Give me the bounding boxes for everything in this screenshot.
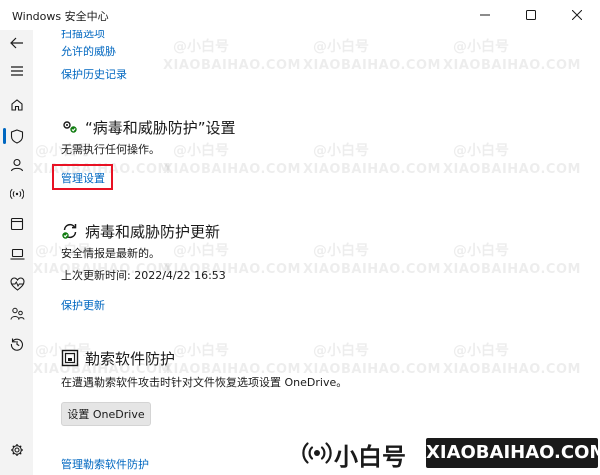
sidebar-item-history[interactable] — [3, 330, 31, 358]
gear-icon — [11, 444, 23, 456]
main-content: @小白号 @小白号 @小白号 XIAOBAIHAO.COM XIAOBAIHAO… — [33, 30, 600, 475]
sidebar-item-app-browser[interactable] — [3, 210, 31, 238]
settings-gears-icon — [63, 121, 77, 133]
ransomware-section-heading: 勒索软件防护 — [85, 350, 176, 368]
minimize-button[interactable] — [462, 0, 508, 30]
history-icon — [10, 338, 23, 351]
watermark-site: XIAOBAIHAO.COM — [443, 58, 581, 73]
window-title: Windows 安全中心 — [12, 10, 109, 23]
sidebar-item-device-security[interactable] — [3, 240, 31, 268]
sidebar — [0, 30, 33, 475]
watermark-site: XIAOBAIHAO.COM — [443, 262, 581, 277]
menu-icon — [11, 66, 23, 76]
refresh-icon — [62, 223, 77, 239]
watermark-brand: @小白号 — [313, 143, 369, 159]
person-icon — [10, 158, 24, 172]
watermark-brand: @小白号 — [173, 243, 229, 259]
close-icon — [572, 10, 582, 20]
watermark-brand: @小白号 — [313, 243, 369, 259]
watermark-brand: @小白号 — [453, 343, 509, 359]
maximize-button[interactable] — [508, 0, 554, 30]
highlight-box — [52, 164, 113, 190]
watermark-site: XIAOBAIHAO.COM — [303, 58, 441, 73]
brand-overlay: 小白号 XIAOBAIHAO.COM — [298, 431, 600, 475]
home-icon — [11, 99, 23, 111]
updates-status-text: 安全情报是最新的。 — [61, 247, 160, 260]
allowed-threats-link[interactable]: 允许的威胁 — [61, 43, 116, 59]
title-bar: Windows 安全中心 — [0, 0, 600, 30]
protection-updates-link[interactable]: 保护更新 — [61, 297, 105, 313]
watermark-site: XIAOBAIHAO.COM — [163, 58, 301, 73]
ransomware-folder-icon — [61, 349, 79, 367]
watermark-brand: @小白号 — [173, 143, 229, 159]
signal-icon — [302, 442, 332, 464]
settings-section-heading: “病毒和威胁防护”设置 — [85, 119, 236, 137]
back-arrow-icon — [10, 37, 23, 49]
minimize-icon — [480, 14, 490, 16]
watermark-brand: @小白号 — [453, 143, 509, 159]
ransomware-description-text: 在遭遇勒索软件攻击时针对文件恢复选项设置 OneDrive。 — [61, 376, 348, 389]
watermark-site: XIAOBAIHAO.COM — [443, 162, 581, 177]
close-button[interactable] — [554, 0, 600, 30]
watermark-brand: @小白号 — [453, 39, 509, 55]
watermark-brand: @小白号 — [313, 39, 369, 55]
watermark-brand: @小白号 — [453, 243, 509, 259]
heart-icon — [9, 277, 25, 291]
menu-button[interactable] — [3, 57, 31, 85]
shield-icon — [10, 128, 24, 144]
watermark-site: XIAOBAIHAO.COM — [163, 162, 301, 177]
watermark-site: XIAOBAIHAO.COM — [303, 162, 441, 177]
manage-ransomware-link[interactable]: 管理勒索软件防护 — [61, 456, 149, 472]
sidebar-item-family[interactable] — [3, 300, 31, 328]
last-update-text: 上次更新时间: 2022/4/22 16:53 — [61, 269, 226, 282]
watermark-site: XIAOBAIHAO.COM — [443, 362, 581, 377]
watermark-site: XIAOBAIHAO.COM — [303, 262, 441, 277]
watermark-brand: @小白号 — [173, 39, 229, 55]
back-button[interactable] — [3, 29, 31, 57]
watermark-brand: @小白号 — [173, 343, 229, 359]
app-browser-icon — [10, 217, 24, 231]
watermark-brand: @小白号 — [313, 343, 369, 359]
laptop-icon — [10, 248, 24, 260]
setup-onedrive-button[interactable]: 设置 OneDrive — [61, 402, 151, 426]
sidebar-item-firewall[interactable] — [3, 180, 31, 208]
settings-button[interactable] — [3, 436, 31, 464]
sidebar-item-device-health[interactable] — [3, 270, 31, 298]
family-icon — [10, 307, 24, 320]
sidebar-item-home[interactable] — [3, 91, 31, 119]
overlay-site-text: XIAOBAIHAO.COM — [426, 438, 600, 468]
overlay-brand-text: 小白号 — [334, 443, 406, 471]
wifi-icon — [10, 188, 24, 200]
sidebar-item-virus-protection[interactable] — [3, 122, 31, 150]
scan-options-link[interactable]: 扫描选项 — [61, 30, 105, 41]
protection-history-link[interactable]: 保护历史记录 — [61, 66, 127, 82]
maximize-icon — [526, 10, 536, 20]
sidebar-item-account[interactable] — [3, 151, 31, 179]
updates-section-heading: 病毒和威胁防护更新 — [85, 223, 221, 241]
settings-status-text: 无需执行任何操作。 — [61, 143, 160, 156]
